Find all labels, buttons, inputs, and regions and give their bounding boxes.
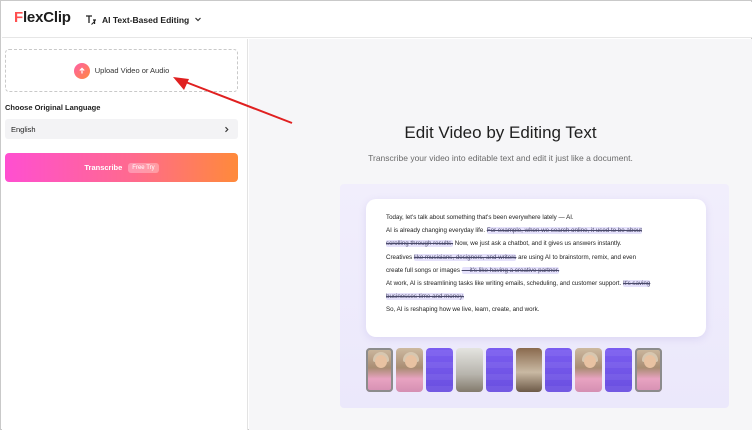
transcript-line: At work, AI is streamlining tasks like w… bbox=[386, 280, 651, 288]
transcript-card: Today, let's talk about something that's… bbox=[366, 199, 706, 337]
transcript-line: So, AI is reshaping how we live, learn, … bbox=[386, 306, 540, 314]
flexclip-logo[interactable]: FlexClip bbox=[14, 9, 71, 26]
timeline-frame-removed[interactable] bbox=[425, 348, 453, 392]
timeline-frame[interactable] bbox=[635, 348, 663, 392]
transcript-line: AI is already changing everyday life. Fo… bbox=[386, 227, 642, 235]
timeline-frame[interactable] bbox=[575, 348, 603, 392]
app-window: FlexClip AI Text-Based Editing Upload Vi… bbox=[0, 0, 752, 430]
timeline-frame[interactable] bbox=[366, 348, 393, 392]
transcript-line: businesses time and money. bbox=[386, 293, 464, 301]
timeline-frame-removed[interactable] bbox=[545, 348, 573, 392]
hero-subtitle: Transcribe your video into editable text… bbox=[368, 153, 633, 163]
transcribe-label: Transcribe bbox=[84, 163, 123, 172]
transcript-line: create full songs or images — it's like … bbox=[386, 266, 560, 274]
upload-icon bbox=[73, 62, 90, 79]
hero-title: Edit Video by Editing Text bbox=[404, 123, 597, 142]
chevron-right-icon bbox=[225, 126, 229, 132]
timeline-frame[interactable] bbox=[455, 348, 483, 392]
mode-selector[interactable]: AI Text-Based Editing bbox=[85, 11, 202, 29]
transcript-line: Creatives like musicians, designers, and… bbox=[386, 253, 637, 261]
chevron-down-icon bbox=[194, 15, 202, 25]
language-heading: Choose Original Language bbox=[5, 103, 101, 112]
text-edit-icon bbox=[86, 15, 96, 25]
video-timeline bbox=[366, 348, 663, 392]
timeline-frame[interactable] bbox=[395, 348, 423, 392]
mode-label: AI Text-Based Editing bbox=[102, 15, 190, 25]
upload-button[interactable]: Upload Video or Audio bbox=[5, 49, 238, 92]
transcribe-button[interactable]: Transcribe Free Try bbox=[5, 153, 238, 182]
top-bar: FlexClip AI Text-Based Editing bbox=[2, 2, 752, 38]
timeline-frame-removed[interactable] bbox=[605, 348, 633, 392]
transcript-line: Today, let's talk about something that's… bbox=[386, 214, 574, 221]
upload-label: Upload Video or Audio bbox=[94, 66, 170, 75]
transcript-line: scrolling through results. Now, we just … bbox=[386, 240, 622, 248]
language-select[interactable]: English bbox=[5, 119, 238, 139]
language-value: English bbox=[11, 124, 36, 134]
demo-preview: Today, let's talk about something that's… bbox=[340, 184, 729, 408]
left-panel: Upload Video or Audio Choose Original La… bbox=[2, 39, 248, 430]
free-try-badge: Free Try bbox=[128, 162, 159, 173]
timeline-frame[interactable] bbox=[515, 348, 543, 392]
timeline-frame-removed[interactable] bbox=[485, 348, 513, 392]
main-panel: Edit Video by Editing Text Transcribe yo… bbox=[249, 39, 752, 430]
